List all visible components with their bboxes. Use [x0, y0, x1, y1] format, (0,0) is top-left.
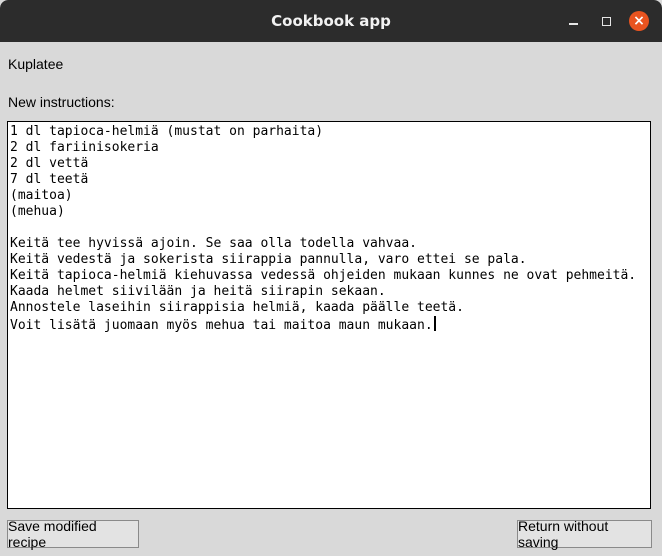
recipe-name-label: Kuplatee — [8, 56, 64, 72]
title-bar[interactable]: Cookbook app × — [0, 0, 662, 42]
minimize-button[interactable] — [563, 11, 583, 31]
close-button[interactable]: × — [629, 11, 649, 31]
save-recipe-button[interactable]: Save modified recipe — [7, 518, 139, 550]
minimize-icon — [568, 23, 578, 25]
app-window: Cookbook app × Kuplatee New instructions… — [0, 0, 662, 556]
instructions-label: New instructions: — [8, 94, 115, 110]
instructions-text: 1 dl tapioca-helmiä (mustat on parhaita)… — [10, 124, 637, 333]
maximize-button[interactable] — [596, 11, 616, 31]
instructions-text-area[interactable]: 1 dl tapioca-helmiä (mustat on parhaita)… — [7, 121, 651, 509]
text-cursor — [433, 316, 436, 331]
return-without-saving-button[interactable]: Return without saving — [517, 518, 652, 550]
close-icon: × — [633, 13, 645, 29]
maximize-icon — [601, 16, 611, 26]
